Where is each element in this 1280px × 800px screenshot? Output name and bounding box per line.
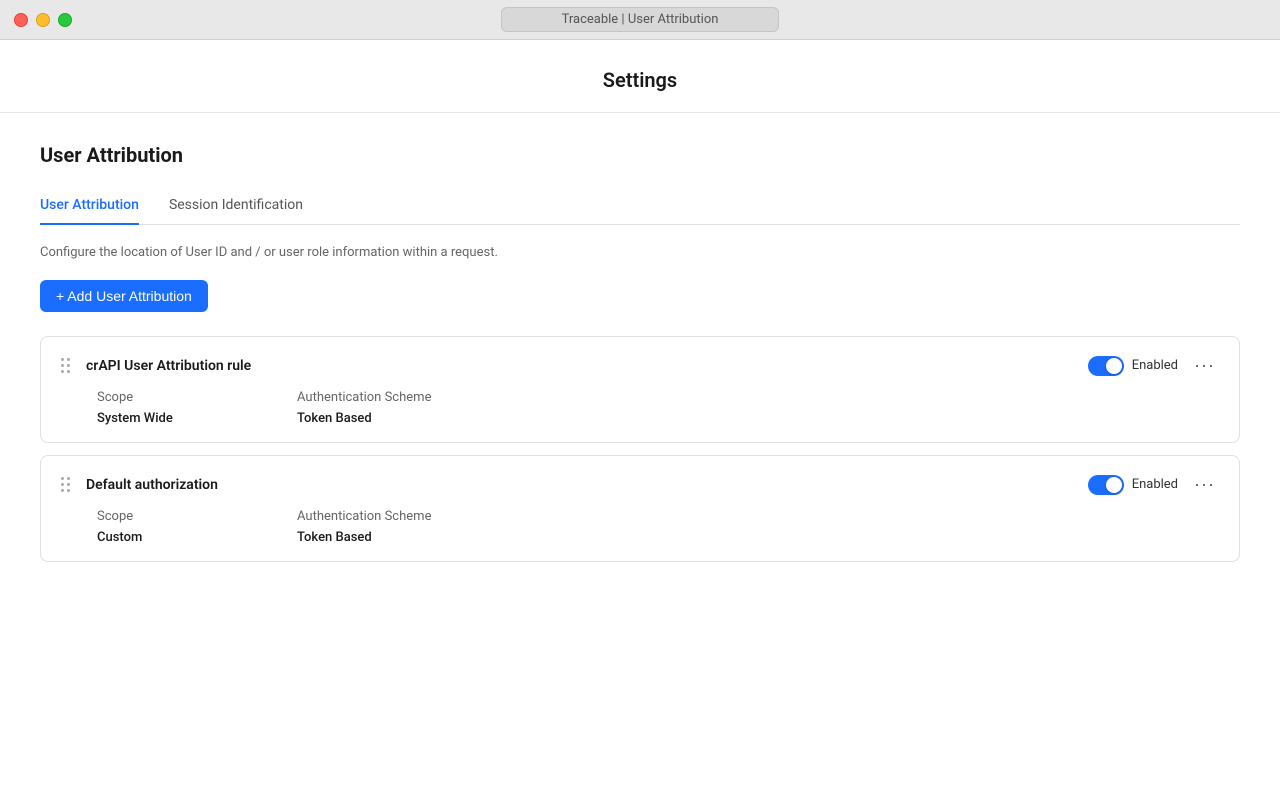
toggle-wrapper: Enabled (1088, 356, 1178, 376)
section-title: User Attribution (40, 143, 1240, 167)
main-content: Settings User Attribution User Attributi… (0, 40, 1280, 800)
drag-handle[interactable] (61, 358, 70, 373)
rules-list: crAPI User Attribution rule Enabled ··· … (40, 336, 1240, 562)
toggle-knob (1106, 477, 1122, 493)
auth-scheme-label: Authentication Scheme (297, 509, 1219, 524)
rule-card: Default authorization Enabled ··· Scope … (40, 455, 1240, 562)
rule-toggle[interactable] (1088, 475, 1124, 495)
tab-description: Configure the location of User ID and / … (40, 245, 1240, 260)
rule-header: crAPI User Attribution rule Enabled ··· (61, 353, 1219, 378)
rule-name: Default authorization (86, 477, 1088, 493)
content-area: User Attribution User Attribution Sessio… (0, 113, 1280, 592)
rule-details: Scope Authentication Scheme Custom Token… (97, 509, 1219, 545)
drag-handle[interactable] (61, 477, 70, 492)
auth-scheme-value: Token Based (297, 411, 1219, 426)
scope-label: Scope (97, 509, 297, 524)
minimize-button[interactable] (36, 13, 50, 27)
rule-header: Default authorization Enabled ··· (61, 472, 1219, 497)
title-bar: Traceable | User Attribution (0, 0, 1280, 40)
rule-toggle[interactable] (1088, 356, 1124, 376)
rule-controls: Enabled ··· (1088, 353, 1219, 378)
close-button[interactable] (14, 13, 28, 27)
page-header: Settings (0, 40, 1280, 113)
scope-value: Custom (97, 530, 297, 545)
rule-card: crAPI User Attribution rule Enabled ··· … (40, 336, 1240, 443)
auth-scheme-value: Token Based (297, 530, 1219, 545)
auth-scheme-label: Authentication Scheme (297, 390, 1219, 405)
scope-value: System Wide (97, 411, 297, 426)
tabs: User Attribution Session Identification (40, 187, 1240, 225)
traffic-lights (14, 13, 72, 27)
rule-controls: Enabled ··· (1088, 472, 1219, 497)
window-title: Traceable | User Attribution (501, 7, 780, 32)
more-options-button[interactable]: ··· (1190, 472, 1219, 497)
toggle-wrapper: Enabled (1088, 475, 1178, 495)
toggle-knob (1106, 358, 1122, 374)
enabled-label: Enabled (1132, 358, 1178, 373)
tab-session-identification[interactable]: Session Identification (169, 187, 303, 225)
tab-user-attribution[interactable]: User Attribution (40, 187, 139, 225)
rule-name: crAPI User Attribution rule (86, 358, 1088, 374)
page-title: Settings (0, 68, 1280, 92)
maximize-button[interactable] (58, 13, 72, 27)
more-options-button[interactable]: ··· (1190, 353, 1219, 378)
add-user-attribution-button[interactable]: + Add User Attribution (40, 280, 208, 312)
scope-label: Scope (97, 390, 297, 405)
enabled-label: Enabled (1132, 477, 1178, 492)
rule-details: Scope Authentication Scheme System Wide … (97, 390, 1219, 426)
